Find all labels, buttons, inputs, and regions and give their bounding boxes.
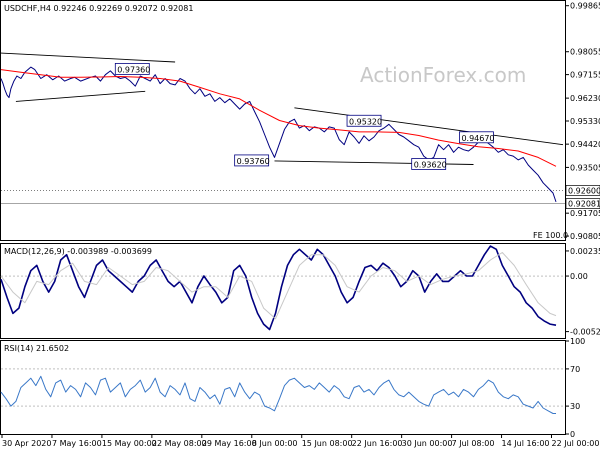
level-annotation-label: 0.95320 [349, 117, 382, 126]
level-annotation-label: 0.97360 [117, 65, 150, 74]
y-axis-tick-label: 0.91705 [570, 209, 600, 218]
y-axis-tick-label: 30 [570, 402, 580, 411]
watermark: ActionForex.com [360, 63, 526, 87]
x-axis-tick-label: 22 Jul 00:00 [552, 439, 600, 448]
macd-panel-frame [0, 243, 566, 339]
time-axis: 30 Apr 2020 7 May 16:00 15 May 00:0022 May… [1, 434, 600, 448]
usdchf-chart: 0.99865 0.98055 0.97155 0.96230 0.95330 0.944… [0, 0, 600, 448]
y-axis-tick-label: -0.005201 [570, 328, 600, 337]
rsi-plot-area: 100 70 30 0 [0, 337, 585, 439]
fe-label: FE 100.0 [533, 231, 568, 240]
x-axis-tick-label: 29 May 16:00 [202, 439, 257, 448]
series-line [0, 375, 556, 414]
level-annotation-label: 0.93620 [414, 160, 447, 169]
series-line [294, 107, 564, 146]
y-axis-tick-label: 0.93505 [570, 163, 600, 172]
y-axis-tick-label: 0.94420 [570, 140, 600, 149]
x-axis-tick-label: 22 Jun 16:00 [352, 439, 403, 448]
x-axis-tick-label: 22 May 08:00 [152, 439, 207, 448]
x-axis-tick-label: 14 Jul 16:00 [502, 439, 550, 448]
price-panel-title: USDCHF,H4 0.92246 0.92269 0.92072 0.9208… [4, 4, 193, 13]
series-line [0, 52, 176, 63]
y-axis-tick-label: 100 [570, 337, 585, 346]
level-annotation-label: 0.93760 [237, 157, 270, 166]
y-axis-tick-label: 0.96230 [570, 94, 600, 103]
x-axis-tick-label: 7 May 16:00 [52, 439, 102, 448]
macd-panel-title: MACD(12,26,9) -0.003989 -0.003699 [4, 247, 152, 256]
x-axis-tick-label: 8 Jun 00:00 [252, 439, 298, 448]
macd-plot-area: 0.00235 0.00 -0.005201 [0, 245, 600, 337]
y-axis-tick-label: 0.00 [570, 272, 588, 281]
price-level-label: 0.92081 [568, 200, 600, 209]
price-panel-frame [0, 0, 566, 241]
y-axis-tick-label: 0.97155 [570, 71, 600, 80]
y-axis-tick-label: 0.95330 [570, 117, 600, 126]
y-axis-tick-label: 0.00235 [570, 247, 600, 256]
series-line [0, 245, 557, 331]
x-axis-tick-label: 15 Jun 08:00 [302, 439, 353, 448]
series-line [0, 252, 557, 320]
y-axis-tick-label: 0.98055 [570, 48, 600, 57]
x-axis-tick-label: 30 Jun 00:00 [402, 439, 453, 448]
y-axis-tick-label: 0.90805 [570, 232, 600, 241]
price-plot-area: 0.99865 0.98055 0.97155 0.96230 0.95330 0.944… [0, 2, 600, 241]
series-line [15, 90, 146, 102]
y-axis-tick-label: 0 [570, 430, 575, 439]
rsi-panel-title: RSI(14) 21.6502 [4, 344, 69, 353]
x-axis-tick-label: 7 Jul 08:00 [452, 439, 495, 448]
price-level-label: 0.92600 [568, 186, 600, 195]
y-axis-tick-label: 0.99865 [570, 2, 600, 11]
x-axis-tick-label: 30 Apr 2020 [2, 439, 51, 448]
level-annotation-label: 0.94670 [461, 134, 494, 143]
x-axis-tick-label: 15 May 00:00 [102, 439, 157, 448]
y-axis-tick-label: 70 [570, 365, 580, 374]
